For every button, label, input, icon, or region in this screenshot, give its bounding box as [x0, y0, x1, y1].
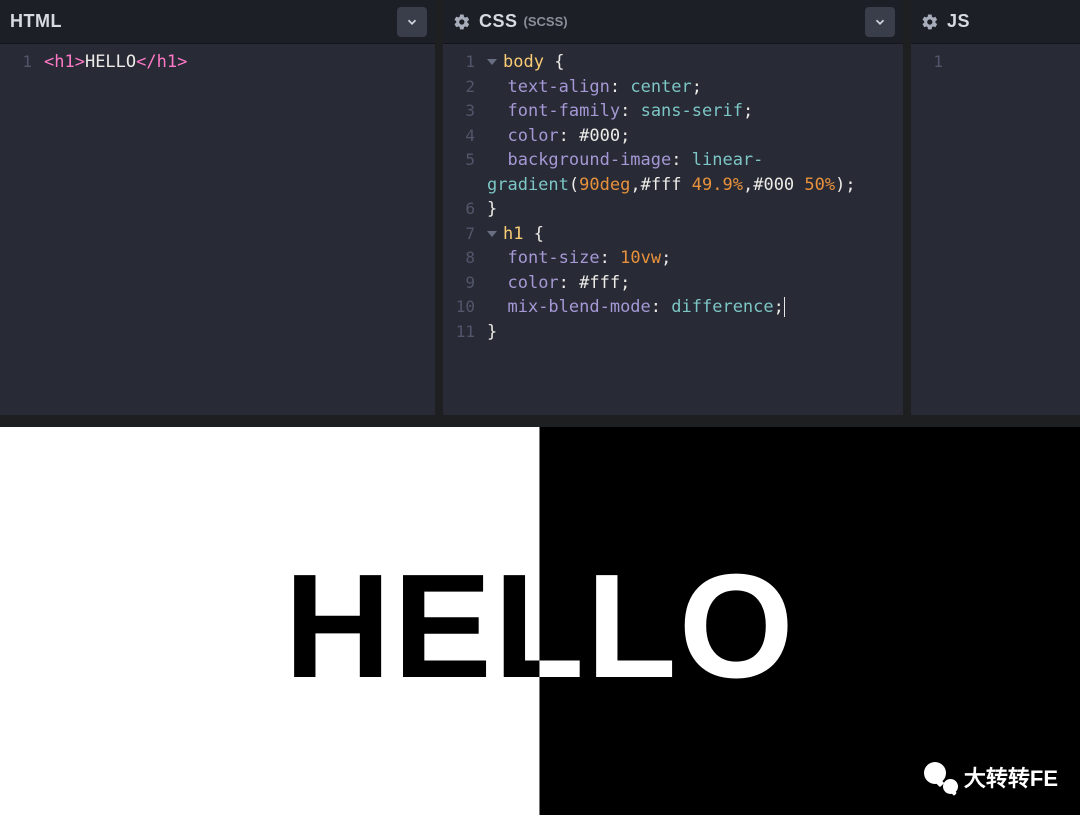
gutter-css: 1234567891011	[443, 50, 483, 415]
editors-row: HTML 1 <h1>HELLO</h1> CSS (SCSS)	[0, 0, 1080, 415]
chevron-down-icon[interactable]	[865, 7, 895, 37]
watermark: 大转转FE	[924, 761, 1058, 793]
output-heading: HELLO	[0, 542, 1080, 712]
panel-subtitle-css: (SCSS)	[524, 14, 568, 29]
panel-html: HTML 1 <h1>HELLO</h1>	[0, 0, 435, 415]
codepen-app: HTML 1 <h1>HELLO</h1> CSS (SCSS)	[0, 0, 1080, 815]
chevron-down-icon[interactable]	[397, 7, 427, 37]
panel-header-js: JS	[911, 0, 1080, 44]
panel-js: JS 1	[911, 0, 1080, 415]
panel-header-css: CSS (SCSS)	[443, 0, 903, 44]
code-js[interactable]	[951, 50, 1080, 415]
gutter-js: 1	[911, 50, 951, 415]
panel-title-css: CSS	[479, 11, 518, 32]
output-wrap: HELLO 大转转FE	[0, 415, 1080, 815]
wechat-icon	[924, 762, 954, 792]
panel-css: CSS (SCSS) 1234567891011 body { text-ali…	[443, 0, 903, 415]
gear-icon[interactable]	[453, 13, 471, 31]
watermark-text: 大转转FE	[964, 761, 1058, 793]
code-html[interactable]: <h1>HELLO</h1>	[40, 50, 435, 415]
panel-title-html: HTML	[10, 11, 62, 32]
code-css[interactable]: body { text-align: center; font-family: …	[483, 50, 903, 415]
panel-header-html: HTML	[0, 0, 435, 44]
code-area-css[interactable]: 1234567891011 body { text-align: center;…	[443, 44, 903, 415]
gutter-html: 1	[0, 50, 40, 415]
code-area-js[interactable]: 1	[911, 44, 1080, 415]
output-preview: HELLO 大转转FE	[0, 427, 1080, 815]
panel-title-js: JS	[947, 11, 970, 32]
gear-icon[interactable]	[921, 13, 939, 31]
code-area-html[interactable]: 1 <h1>HELLO</h1>	[0, 44, 435, 415]
